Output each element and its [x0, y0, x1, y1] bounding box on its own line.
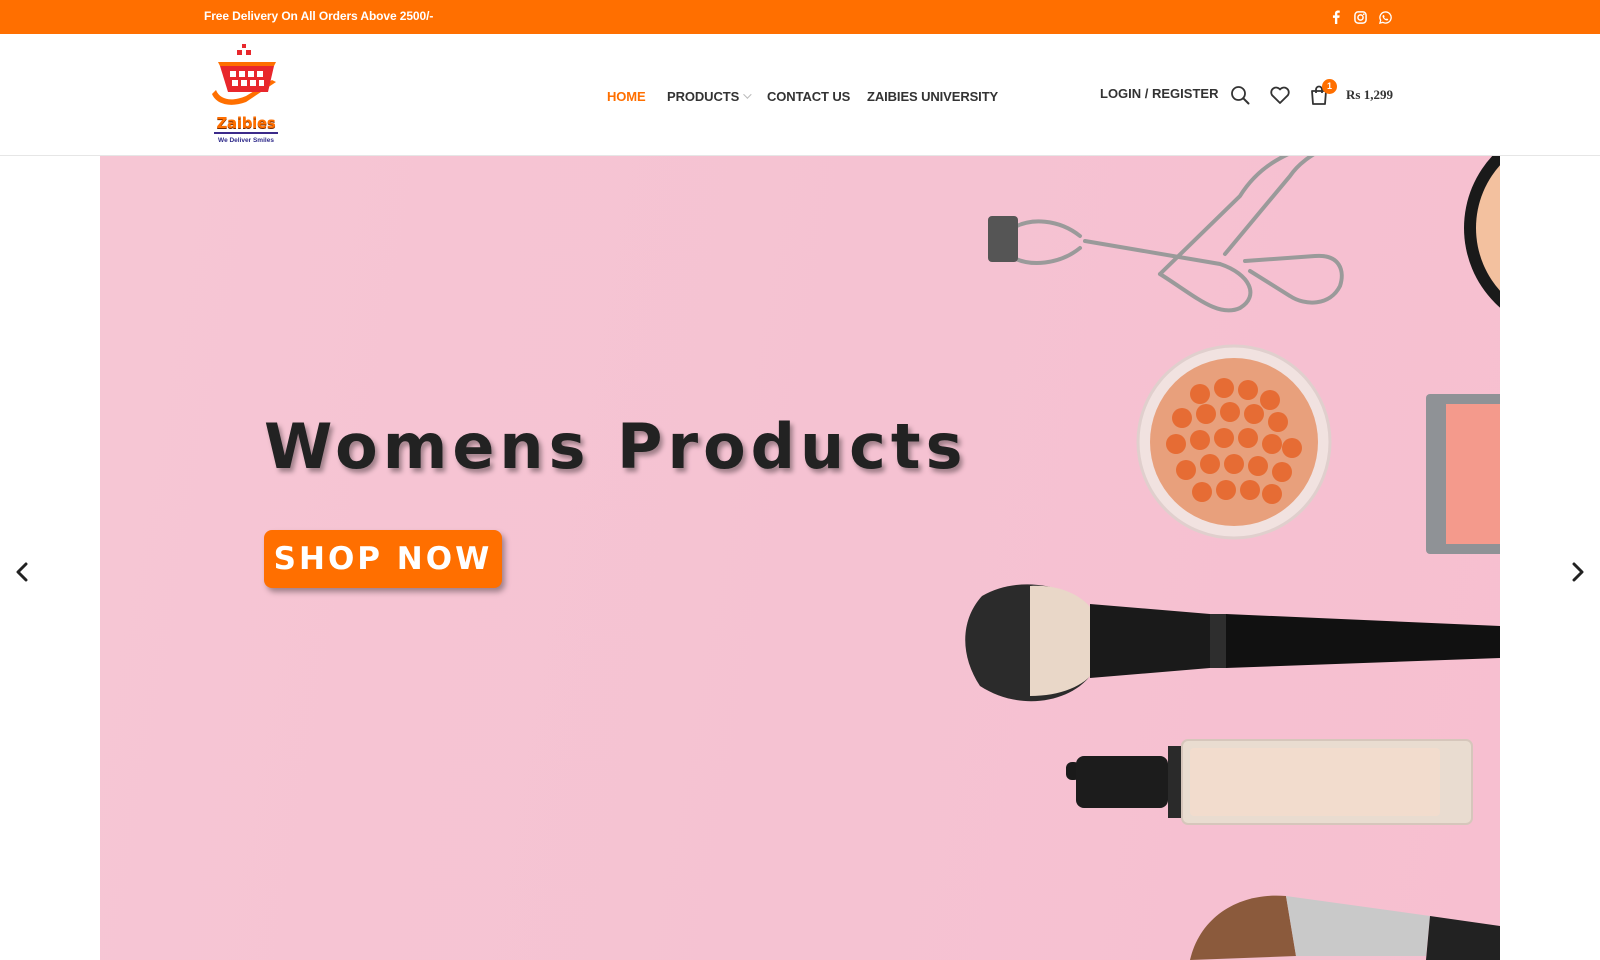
- site-header: Zaibies We Deliver Smiles HOME PRODUCTS …: [0, 34, 1600, 156]
- nav-home[interactable]: HOME: [607, 86, 646, 106]
- logo-name: Zaibies: [216, 114, 276, 132]
- nav-products[interactable]: PRODUCTS: [667, 86, 752, 106]
- basket-logo-icon: [212, 44, 276, 105]
- nav-university-label: ZAIBIES UNIVERSITY: [867, 88, 999, 104]
- login-register-link[interactable]: LOGIN / REGISTER: [1100, 86, 1218, 101]
- shop-now-button[interactable]: SHOP NOW: [264, 530, 502, 588]
- nav-contact-us[interactable]: CONTACT US: [767, 86, 850, 106]
- hero-title: Womens Products: [264, 410, 968, 483]
- cart-count-badge: 1: [1322, 79, 1337, 94]
- chevron-left-icon[interactable]: [10, 560, 34, 584]
- heart-icon[interactable]: [1268, 83, 1292, 107]
- whatsapp-icon[interactable]: [1377, 9, 1393, 25]
- logo-tagline: We Deliver Smiles: [218, 137, 274, 144]
- site-logo[interactable]: Zaibies We Deliver Smiles: [206, 42, 286, 150]
- announcement-bar: Free Delivery On All Orders Above 2500/-: [0, 0, 1600, 34]
- nav-home-label: HOME: [607, 88, 646, 104]
- announcement-text: Free Delivery On All Orders Above 2500/-: [204, 9, 434, 23]
- nav-products-label: PRODUCTS: [667, 88, 740, 104]
- hero-slide: Womens Products SHOP NOW: [100, 156, 1500, 960]
- logo-underline: [214, 132, 278, 134]
- nav-zaibies-university[interactable]: ZAIBIES UNIVERSITY: [867, 86, 998, 106]
- search-icon[interactable]: [1228, 83, 1252, 107]
- nav-contact-label: CONTACT US: [767, 88, 851, 104]
- facebook-icon[interactable]: [1328, 9, 1344, 25]
- chevron-down-icon: [743, 90, 752, 99]
- cart-total[interactable]: Rs 1,299: [1346, 87, 1393, 103]
- instagram-icon[interactable]: [1352, 9, 1368, 25]
- chevron-right-icon[interactable]: [1566, 560, 1590, 584]
